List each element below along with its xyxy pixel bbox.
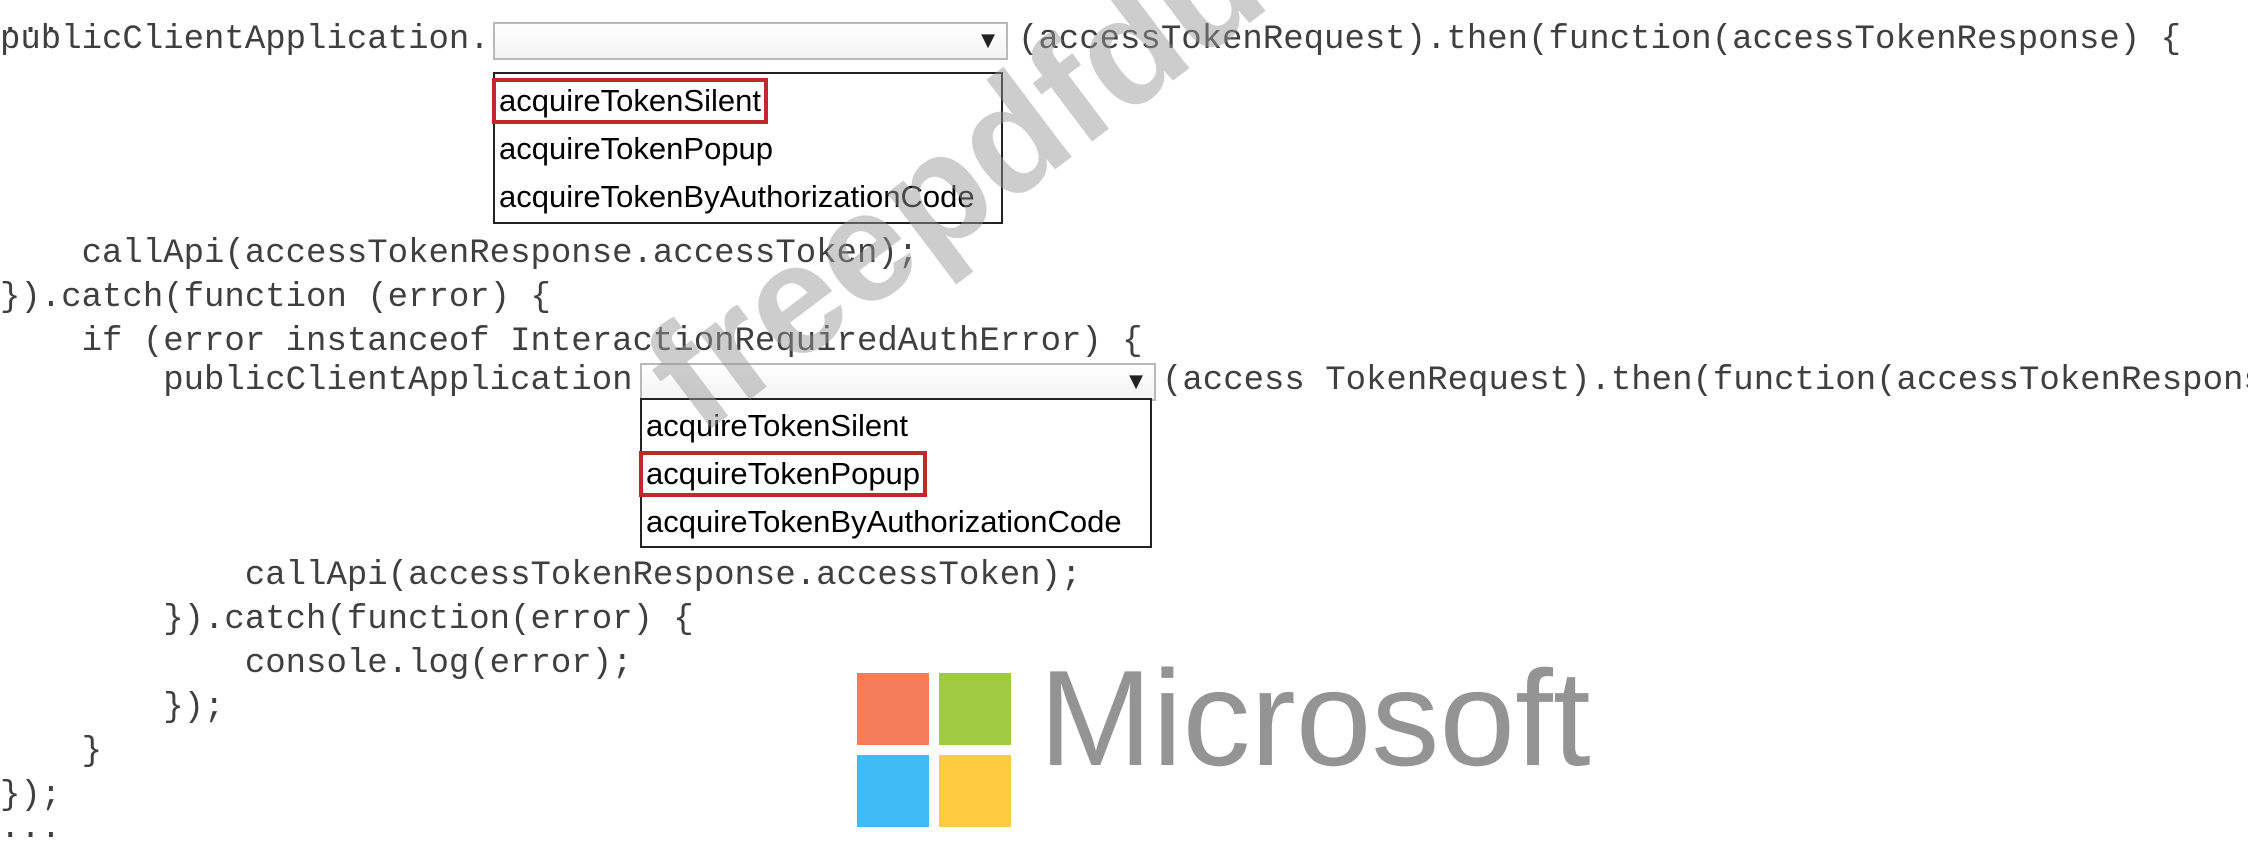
code-line-callapi-2: callApi(accessTokenResponse.accessToken)… [0, 557, 1082, 595]
logo-red-square [857, 673, 929, 745]
code-line-public-client-1: publicClientApplication. [0, 21, 490, 59]
code-line-request-1: (accessTokenRequest).then(function(acces… [1018, 21, 2181, 59]
method-dropdown-1[interactable]: ▼ [493, 22, 1008, 60]
code-line-request-2: (access TokenRequest).then(function(acce… [1162, 362, 2248, 400]
dropdown-2-option-silent[interactable]: acquireTokenSilent [642, 402, 1150, 450]
dropdown-1-option-silent[interactable]: acquireTokenSilent [492, 77, 1001, 125]
logo-green-square [939, 673, 1011, 745]
microsoft-wordmark: Microsoft [1039, 642, 1591, 794]
code-line-close-catch: }); [0, 689, 225, 727]
dropdown-1-option-authorization-code[interactable]: acquireTokenByAuthorizationCode [495, 173, 1001, 221]
code-line-catch-2: }).catch(function(error) { [0, 601, 694, 639]
dropdown-2-options: acquireTokenSilent acquireTokenPopup acq… [639, 398, 1152, 548]
code-line-if-interaction: if (error instanceof InteractionRequired… [0, 323, 1143, 361]
method-dropdown-2[interactable]: ▼ [640, 363, 1156, 401]
logo-yellow-square [939, 755, 1011, 827]
dropdown-2-option-popup[interactable]: acquireTokenPopup [639, 450, 1150, 498]
chevron-down-icon: ▼ [1129, 371, 1143, 392]
dropdown-1-option-popup[interactable]: acquireTokenPopup [495, 125, 1001, 173]
code-line-close-if: } [0, 733, 103, 771]
dropdown-1-options: acquireTokenSilent acquireTokenPopup acq… [492, 72, 1003, 224]
code-line-ellipsis-bottom: ... [0, 810, 62, 848]
chevron-down-icon: ▼ [981, 30, 995, 51]
logo-blue-square [857, 755, 929, 827]
dropdown-2-option-authorization-code[interactable]: acquireTokenByAuthorizationCode [642, 498, 1150, 546]
microsoft-logo [857, 673, 1012, 828]
code-line-public-client-2: publicClientApplication. [0, 362, 653, 400]
code-line-catch-1: }).catch(function (error) { [0, 279, 551, 317]
code-line-callapi-1: callApi(accessTokenResponse.accessToken)… [0, 235, 919, 273]
code-line-console-log: console.log(error); [0, 645, 633, 683]
